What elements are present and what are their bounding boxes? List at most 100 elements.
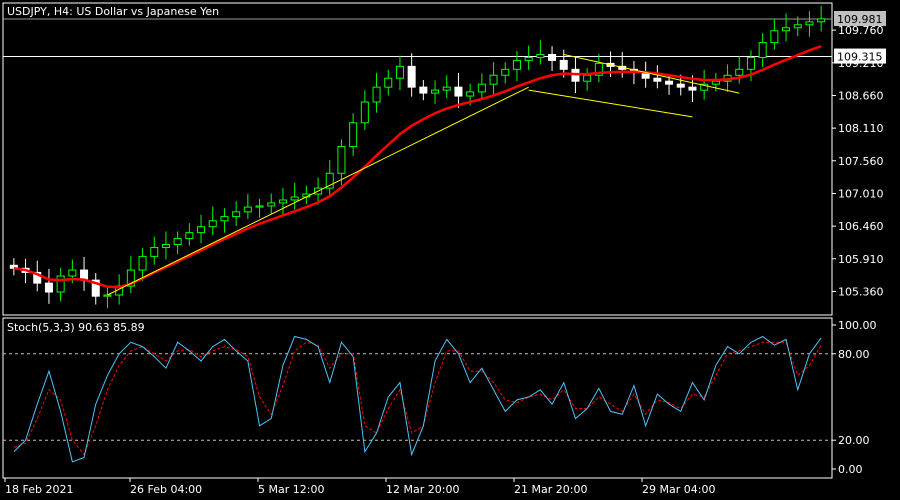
candle [325, 160, 334, 197]
chart-title: USDJPY, H4: US Dollar vs Japanese Yen [7, 5, 219, 18]
candle-body [431, 89, 440, 94]
candle [208, 206, 217, 236]
candle-body [793, 24, 802, 29]
time-tick-label: 5 Mar 12:00 [258, 483, 324, 496]
candle-body [477, 83, 486, 93]
candle-body [360, 101, 369, 124]
price-tick-label: 108.660 [838, 89, 884, 102]
candle [501, 62, 510, 84]
time-tick-label: 12 Mar 20:00 [386, 483, 459, 496]
candle [243, 194, 252, 219]
trading-chart[interactable]: 100.0080.0020.000.00 109.760109.210108.6… [0, 0, 900, 500]
candle [431, 80, 440, 104]
candle-body [208, 220, 217, 228]
candle-body [501, 68, 510, 76]
candle [618, 52, 627, 78]
candle [770, 18, 779, 50]
candle [9, 258, 18, 276]
candle-body [466, 91, 475, 97]
candle-body [349, 122, 358, 148]
price-tick-label: 107.010 [838, 187, 884, 200]
price-tick-label: 105.360 [838, 285, 884, 298]
candle-body [805, 21, 814, 26]
candle-body [559, 59, 568, 70]
candle [278, 188, 287, 215]
candle [758, 33, 767, 67]
candle [548, 46, 557, 72]
candle-body [395, 65, 404, 79]
stochastic-tick-label: 0.00 [838, 463, 863, 476]
stochastic-tick-label: 100.00 [838, 319, 877, 332]
stochastic-tick-label: 20.00 [838, 434, 870, 447]
candle [56, 267, 65, 302]
price-tick-label: 105.910 [838, 253, 884, 266]
candle [44, 268, 53, 304]
candle-body [583, 74, 592, 82]
candle [91, 273, 100, 305]
candle [583, 68, 592, 91]
candle-body [267, 202, 276, 207]
candle [173, 231, 182, 255]
candle-body [746, 56, 755, 70]
price-tick-label: 106.460 [838, 220, 884, 233]
candle [150, 236, 159, 265]
candle-body [243, 206, 252, 213]
candle [302, 185, 311, 205]
time-axis: 18 Feb 2021 26 Feb 04:00 5 Mar 12:00 12 Mar… [4, 478, 715, 496]
candle-body [711, 80, 720, 85]
candle [735, 56, 744, 84]
candle-body [442, 86, 451, 91]
candle [161, 231, 170, 260]
candle-body [161, 244, 170, 248]
candle-body [68, 269, 77, 277]
candle [185, 223, 194, 246]
candle-body [489, 74, 498, 85]
stochastic-tick-label: 80.00 [838, 348, 870, 361]
uptrend-line[interactable] [107, 86, 529, 296]
moving-average-line [13, 44, 822, 289]
candle-body [384, 77, 393, 88]
ask-price-tag-label: 109.981 [837, 13, 883, 26]
price-pane [3, 5, 832, 309]
candle-body [138, 255, 147, 271]
candle [407, 53, 416, 97]
candle [782, 13, 791, 42]
candle-body [290, 196, 299, 201]
stochastic-signal-line [13, 341, 822, 456]
price-axis: 109.760109.210108.660108.110107.560107.0… [832, 11, 886, 298]
candle-body [758, 42, 767, 58]
candle-body [454, 86, 463, 97]
candle [594, 53, 603, 83]
candle [817, 5, 826, 32]
candle [255, 198, 264, 218]
candle [454, 72, 463, 108]
time-tick-label: 18 Feb 2021 [5, 483, 73, 496]
channel-lower-line[interactable] [528, 89, 693, 118]
price-tick-label: 107.560 [838, 155, 884, 168]
candle-body [665, 80, 674, 85]
candle-body [372, 86, 381, 103]
candle-body [735, 68, 744, 76]
candle [442, 75, 451, 99]
candle-body [197, 226, 206, 234]
candle-body [653, 77, 662, 82]
candle [360, 90, 369, 130]
candle-body [548, 53, 557, 61]
candle [232, 201, 241, 227]
candle-body [103, 294, 112, 297]
candle-body [150, 246, 159, 257]
candle-body [688, 86, 697, 91]
candle-body [173, 238, 182, 246]
candle [126, 255, 135, 294]
candle-body [278, 199, 287, 204]
price-pane-frame [2, 2, 833, 316]
price-tick-label: 108.110 [838, 122, 884, 135]
candle-body [782, 27, 791, 32]
candle [80, 256, 89, 291]
price-tick-label: 109.760 [838, 24, 884, 37]
time-tick-label: 26 Feb 04:00 [130, 483, 202, 496]
candle-body [536, 53, 545, 58]
candle-body [56, 275, 65, 293]
candle-body [419, 86, 428, 94]
candle [349, 113, 358, 157]
